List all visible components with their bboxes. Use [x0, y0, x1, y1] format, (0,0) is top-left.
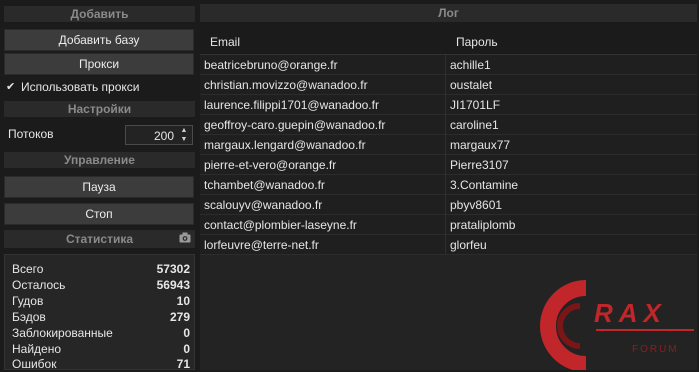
stat-value: 57302: [156, 262, 190, 276]
column-divider: [445, 215, 446, 235]
column-divider: [445, 135, 446, 155]
email-cell[interactable]: margaux.lengard@wanadoo.fr: [204, 138, 366, 152]
column-divider: [445, 75, 446, 95]
stat-value: 0: [183, 342, 190, 356]
stat-value: 0: [183, 326, 190, 340]
table-row[interactable]: beatricebruno@orange.fr achille1: [200, 55, 697, 75]
column-divider: [445, 175, 446, 195]
stat-row: Найдено 0: [12, 341, 190, 357]
email-cell[interactable]: lorfeuvre@terre-net.fr: [204, 238, 319, 252]
log-title: Лог: [200, 4, 697, 22]
svg-text:FORUM: FORUM: [632, 344, 679, 355]
check-icon[interactable]: ✔: [6, 81, 18, 93]
table-row[interactable]: lorfeuvre@terre-net.fr glorfeu: [200, 235, 697, 255]
email-cell[interactable]: scalouyv@wanadoo.fr: [204, 198, 322, 212]
stats-panel: Всего 57302 Осталось 56943 Гудов 10 Бэдов 27…: [4, 254, 195, 371]
email-cell[interactable]: tchambet@wanadoo.fr: [204, 178, 325, 192]
stat-label: Найдено: [12, 342, 62, 356]
password-cell[interactable]: JI1701LF: [450, 98, 500, 112]
stat-label: Гудов: [12, 294, 44, 308]
password-cell[interactable]: oustalet: [450, 78, 492, 92]
section-header-control: Управление: [4, 152, 195, 168]
table-row[interactable]: scalouyv@wanadoo.fr pbyv8601: [200, 195, 697, 215]
stat-label: Бэдов: [12, 310, 46, 324]
column-password[interactable]: Пароль: [456, 35, 498, 49]
stat-value: 10: [176, 294, 190, 308]
section-header-settings: Настройки: [4, 101, 195, 117]
table-row[interactable]: contact@plombier-laseyne.fr prataliplomb: [200, 215, 697, 235]
control-panel: Добавить Добавить базу Прокси ✔ Использо…: [0, 0, 200, 371]
password-cell[interactable]: prataliplomb: [450, 218, 515, 232]
stat-label: Ошибок: [12, 357, 57, 371]
camera-icon[interactable]: [179, 232, 191, 243]
stat-row: Всего 57302: [12, 261, 190, 277]
use-proxy-label: Использовать прокси: [21, 80, 140, 94]
section-header-stats: Статистика: [4, 230, 195, 248]
password-cell[interactable]: achille1: [450, 58, 491, 72]
use-proxy-checkbox[interactable]: ✔ Использовать прокси: [6, 79, 140, 95]
chevron-down-icon[interactable]: ▼: [179, 135, 189, 144]
table-row[interactable]: geoffroy-caro.guepin@wanadoo.fr caroline1: [200, 115, 697, 135]
proxy-button[interactable]: Прокси: [4, 53, 194, 75]
column-email[interactable]: Email: [210, 35, 240, 49]
add-base-button[interactable]: Добавить базу: [4, 29, 194, 51]
table-row[interactable]: christian.movizzo@wanadoo.fr oustalet: [200, 75, 697, 95]
threads-spinbox[interactable]: 200 ▲ ▼: [125, 125, 193, 145]
stats-title: Статистика: [65, 232, 134, 246]
password-cell[interactable]: pbyv8601: [450, 198, 502, 212]
pause-button[interactable]: Пауза: [4, 176, 194, 198]
email-cell[interactable]: laurence.filippi1701@wanadoo.fr: [204, 98, 379, 112]
table-row[interactable]: margaux.lengard@wanadoo.fr margaux77: [200, 135, 697, 155]
table-row[interactable]: pierre-et-vero@orange.fr Pierre3107: [200, 155, 697, 175]
section-header-add: Добавить: [4, 6, 195, 22]
stat-label: Осталось: [12, 278, 66, 292]
column-divider: [445, 155, 446, 175]
stat-label: Всего: [12, 262, 44, 276]
email-cell[interactable]: beatricebruno@orange.fr: [204, 58, 338, 72]
stop-button[interactable]: Стоп: [4, 203, 194, 225]
threads-value[interactable]: 200: [154, 129, 174, 143]
chevron-up-icon[interactable]: ▲: [179, 126, 189, 135]
column-divider: [445, 195, 446, 215]
email-cell[interactable]: christian.movizzo@wanadoo.fr: [204, 78, 368, 92]
email-cell[interactable]: contact@plombier-laseyne.fr: [204, 218, 357, 232]
column-divider: [445, 95, 446, 115]
svg-text:RAX: RAX: [594, 298, 667, 328]
column-divider: [445, 235, 446, 255]
password-cell[interactable]: caroline1: [450, 118, 499, 132]
stat-row: Заблокированные 0: [12, 325, 190, 341]
email-cell[interactable]: pierre-et-vero@orange.fr: [204, 158, 336, 172]
stat-row: Осталось 56943: [12, 277, 190, 293]
stat-row: Гудов 10: [12, 293, 190, 309]
stat-value: 56943: [156, 278, 190, 292]
crax-watermark-logo: RAX FORUM: [540, 280, 694, 370]
email-cell[interactable]: geoffroy-caro.guepin@wanadoo.fr: [204, 118, 385, 132]
column-divider: [445, 115, 446, 135]
table-row[interactable]: laurence.filippi1701@wanadoo.fr JI1701LF: [200, 95, 697, 115]
password-cell[interactable]: 3.Contamine: [450, 178, 518, 192]
threads-label: Потоков: [8, 127, 54, 141]
stat-row: Бэдов 279: [12, 309, 190, 325]
spin-arrows[interactable]: ▲ ▼: [179, 126, 189, 144]
password-cell[interactable]: glorfeu: [450, 238, 487, 252]
stat-value: 279: [169, 310, 190, 324]
column-divider: [445, 55, 446, 75]
password-cell[interactable]: margaux77: [450, 138, 510, 152]
password-cell[interactable]: Pierre3107: [450, 158, 509, 172]
stat-value: 71: [176, 357, 190, 371]
table-header: Email Пароль: [200, 30, 697, 55]
table-row[interactable]: tchambet@wanadoo.fr 3.Contamine: [200, 175, 697, 195]
stat-label: Заблокированные: [12, 326, 113, 340]
